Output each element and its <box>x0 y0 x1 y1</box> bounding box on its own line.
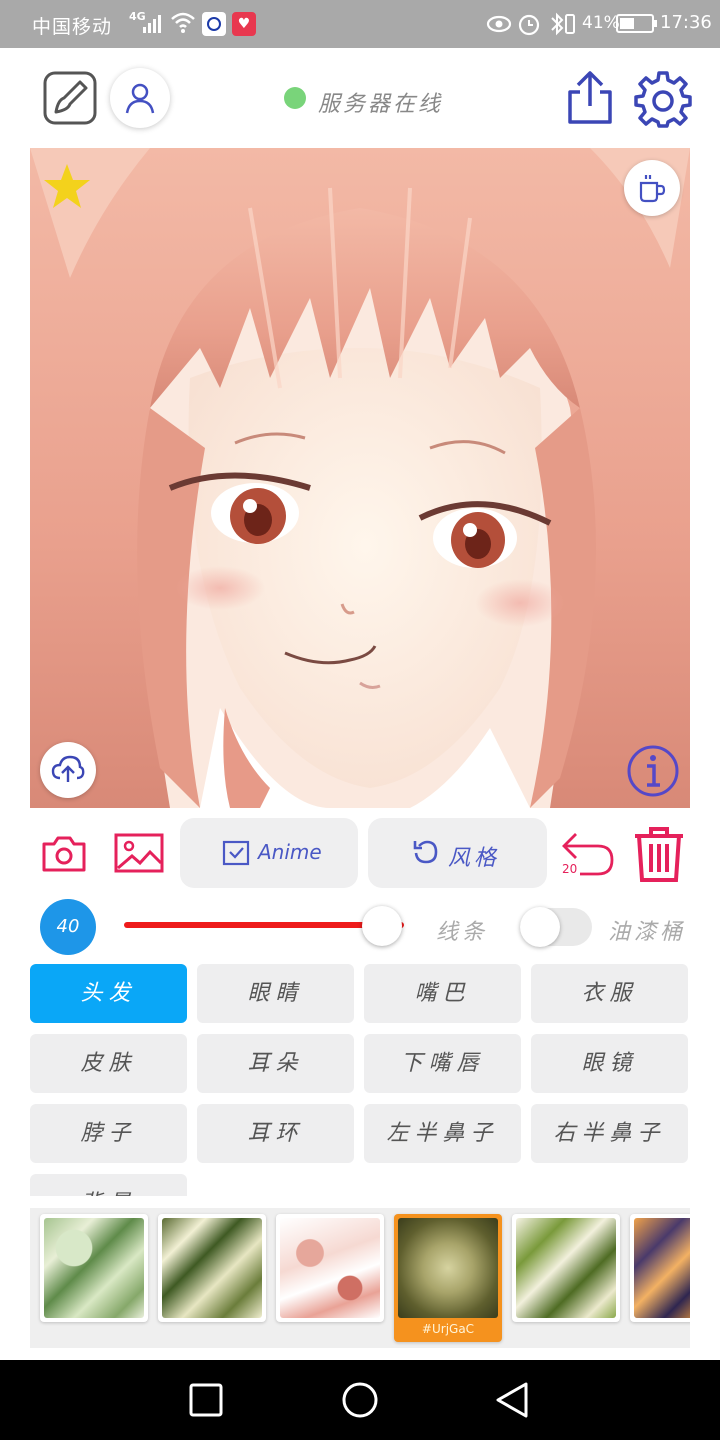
part-chip-clothes[interactable]: 衣服 <box>531 964 688 1023</box>
user-icon <box>125 83 155 114</box>
image-icon[interactable] <box>114 832 164 874</box>
info-icon[interactable] <box>626 744 680 798</box>
texture-swatch[interactable] <box>158 1214 266 1322</box>
camera-icon[interactable] <box>40 832 88 874</box>
anime-mode-label: Anime <box>258 840 322 864</box>
status-icons <box>486 12 575 36</box>
cloud-upload-icon <box>51 755 85 782</box>
texture-image <box>44 1218 144 1318</box>
clock: 17:36 <box>660 12 712 33</box>
texture-image <box>634 1218 690 1318</box>
battery-percent: 41% <box>582 13 620 33</box>
line-mode-label: 线条 <box>436 920 489 945</box>
part-chip-earrings[interactable]: 耳环 <box>197 1104 354 1163</box>
status-bar: 中国移动 4G ♥ 41% 17:36 <box>0 0 720 48</box>
wifi-icon <box>171 12 195 33</box>
system-nav-bar <box>0 1360 720 1440</box>
part-chip-neck[interactable]: 脖子 <box>30 1104 187 1163</box>
texture-image <box>398 1218 498 1318</box>
notification-heart-icon: ♥ <box>232 12 256 36</box>
face-part-selector: 头发 眼睛 嘴巴 衣服 皮肤 耳朵 下嘴唇 眼镜 脖子 耳环 左半鼻子 右半鼻子… <box>30 964 690 1196</box>
refresh-icon <box>413 840 438 864</box>
server-status-label: 服务器在线 <box>318 92 444 117</box>
texture-swatch[interactable] <box>512 1214 620 1322</box>
texture-swatch-selected[interactable]: #UrjGaC <box>394 1214 502 1342</box>
star-icon[interactable] <box>42 162 92 210</box>
drawing-canvas[interactable] <box>30 148 690 808</box>
notification-app-icon <box>202 12 226 36</box>
home-icon[interactable] <box>340 1380 380 1420</box>
part-chip-ears[interactable]: 耳朵 <box>197 1034 354 1093</box>
anime-portrait <box>30 148 690 808</box>
part-chip-right-nose[interactable]: 右半鼻子 <box>531 1104 688 1163</box>
paint-bucket-label: 油漆桶 <box>608 920 687 945</box>
undo-count: 20 <box>562 862 578 876</box>
part-chip-eyes[interactable]: 眼睛 <box>197 964 354 1023</box>
battery-icon <box>616 14 657 33</box>
checkbox-icon <box>222 840 250 866</box>
signal-icon <box>143 15 161 33</box>
texture-swatch[interactable] <box>276 1214 384 1322</box>
brush-size-slider-thumb[interactable] <box>361 906 402 946</box>
coffee-button[interactable] <box>624 160 680 216</box>
part-chip-hair[interactable]: 头发 <box>30 964 187 1023</box>
share-icon[interactable] <box>564 70 616 126</box>
texture-image <box>162 1218 262 1318</box>
part-chip-mouth[interactable]: 嘴巴 <box>364 964 521 1023</box>
paint-bucket-toggle[interactable] <box>520 907 592 947</box>
server-status-dot <box>284 87 306 109</box>
back-icon[interactable] <box>494 1380 530 1420</box>
carrier-name: 中国移动 <box>32 16 113 38</box>
texture-carousel[interactable]: #UrjGaC <box>30 1208 690 1348</box>
part-chip-lower-lip[interactable]: 下嘴唇 <box>364 1034 521 1093</box>
recents-icon[interactable] <box>188 1382 224 1418</box>
cloud-upload-button[interactable] <box>40 742 96 798</box>
part-chip-left-nose[interactable]: 左半鼻子 <box>364 1104 521 1163</box>
texture-image <box>516 1218 616 1318</box>
coffee-cup-icon <box>639 175 666 203</box>
gear-icon[interactable] <box>634 70 692 128</box>
anime-mode-toggle[interactable]: Anime <box>180 818 358 888</box>
part-chip-skin[interactable]: 皮肤 <box>30 1034 187 1093</box>
style-button[interactable]: 风格 <box>368 818 547 888</box>
profile-button[interactable] <box>110 68 170 128</box>
brush-size-badge: 40 <box>40 899 96 955</box>
style-label: 风格 <box>448 846 501 871</box>
part-chip-background[interactable]: 背景 <box>30 1174 187 1196</box>
top-bar: 服务器在线 <box>0 48 720 148</box>
texture-name: #UrjGaC <box>421 1322 475 1336</box>
texture-swatch[interactable] <box>40 1214 148 1322</box>
tool-row: Anime 风格 20 <box>0 818 720 890</box>
trash-icon[interactable] <box>632 826 686 884</box>
paint-bucket-toggle-knob <box>520 907 560 947</box>
brush-icon[interactable] <box>42 70 98 126</box>
texture-swatch[interactable] <box>630 1214 690 1322</box>
brush-controls: 40 线条 油漆桶 <box>0 896 720 956</box>
part-chip-glasses[interactable]: 眼镜 <box>531 1034 688 1093</box>
texture-image <box>280 1218 380 1318</box>
